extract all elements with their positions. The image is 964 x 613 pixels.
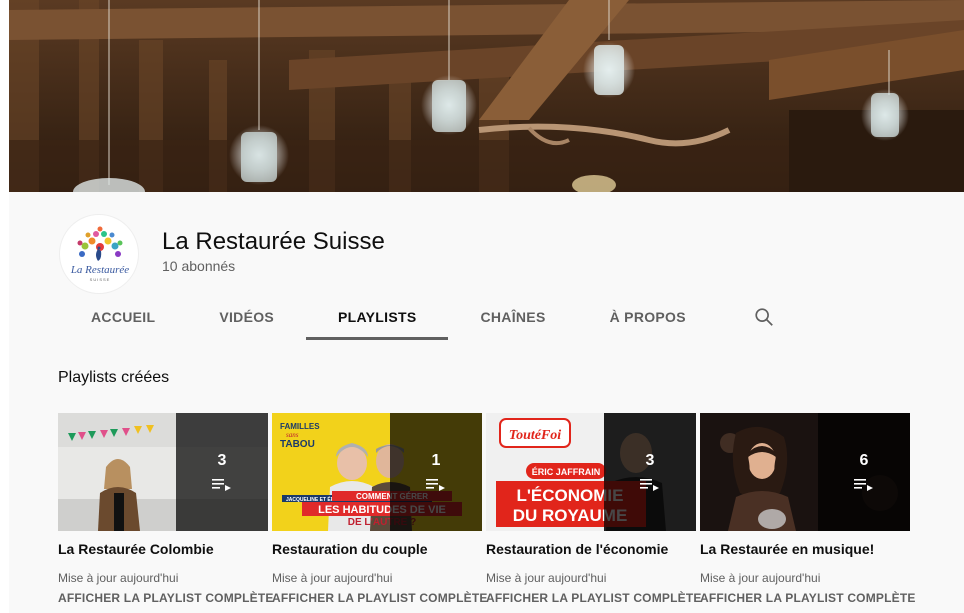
channel-banner [9,0,964,192]
playlist-title[interactable]: La Restaurée en musique! [700,541,910,557]
playlist-overlay: 6 [818,413,910,531]
playlist-thumbnail[interactable]: FAMILLES sans TABOU JACQUELINE ET ÉRIC J… [272,413,482,531]
channel-name: La Restaurée Suisse [162,228,385,255]
channel-page: La Restaurée SUISSE La Restaurée Suisse … [0,0,964,613]
video-count: 1 [431,452,441,469]
subscriber-count: 10 abonnés [162,258,236,274]
playlist-thumbnail[interactable]: 3 [58,413,268,531]
playlist-thumbnail[interactable]: 6 [700,413,910,531]
section-title: Playlists créées [58,369,170,386]
peacock-logo-icon: La Restaurée SUISSE [70,226,129,282]
thumb-brand-line2: sans [286,431,299,439]
playlist-icon [426,479,445,491]
view-full-playlist-link[interactable]: AFFICHER LA PLAYLIST COMPLÈTE [58,591,273,605]
search-icon [755,307,773,326]
playlist-icon [854,479,873,491]
view-full-playlist-link[interactable]: AFFICHER LA PLAYLIST COMPLÈTE [700,591,915,605]
playlist-updated: Mise à jour aujourd'hui [700,571,821,585]
tab-chaines[interactable]: CHAÎNES [448,293,577,340]
thumb-brand: ToutéFoi [509,428,561,443]
playlist-updated: Mise à jour aujourd'hui [272,571,393,585]
playlist-title[interactable]: Restauration de l'économie [486,541,696,557]
view-full-playlist-link[interactable]: AFFICHER LA PLAYLIST COMPLÈTE [486,591,701,605]
playlist-title[interactable]: La Restaurée Colombie [58,541,268,557]
video-count: 6 [859,452,869,469]
banner-image [9,0,964,192]
playlist-updated: Mise à jour aujourd'hui [58,571,179,585]
avatar-text: La Restaurée [70,264,129,276]
tab-accueil[interactable]: ACCUEIL [59,293,187,340]
playlist-icon [640,479,659,491]
tab-playlists[interactable]: PLAYLISTS [306,293,449,340]
channel-avatar[interactable]: La Restaurée SUISSE [59,214,139,294]
playlist-overlay: 1 [390,413,482,531]
playlist-overlay: 3 [176,413,268,531]
thumb-name: ÉRIC JAFFRAIN [532,467,601,477]
playlist-title[interactable]: Restauration du couple [272,541,482,557]
page-left-margin [0,192,9,613]
playlist-updated: Mise à jour aujourd'hui [486,571,607,585]
thumb-brand-line1: FAMILLES [280,422,320,431]
playlist-card: ToutéFoi ÉRIC JAFFRAIN L'ÉCONOMIE DU ROY… [486,413,701,605]
channel-tabs: ACCUEIL VIDÉOS PLAYLISTS CHAÎNES À PROPO… [59,293,792,340]
video-count: 3 [217,452,227,469]
channel-search-button[interactable] [736,293,792,340]
avatar-subtext: SUISSE [90,277,111,282]
tab-videos[interactable]: VIDÉOS [187,293,306,340]
playlist-card: 6 La Restaurée en musique! Mise à jour a… [700,413,915,605]
tab-a-propos[interactable]: À PROPOS [578,293,718,340]
view-full-playlist-link[interactable]: AFFICHER LA PLAYLIST COMPLÈTE [272,591,487,605]
playlist-card: 3 La Restaurée Colombie Mise à jour aujo… [58,413,273,605]
playlist-icon [212,479,231,491]
video-count: 3 [645,452,655,469]
playlists-section: Playlists créées 3 La Restaurée Colombie… [9,340,964,613]
thumb-brand-line3: TABOU [280,439,315,450]
playlist-card: FAMILLES sans TABOU JACQUELINE ET ÉRIC J… [272,413,487,605]
playlist-thumbnail[interactable]: ToutéFoi ÉRIC JAFFRAIN L'ÉCONOMIE DU ROY… [486,413,696,531]
playlist-overlay: 3 [604,413,696,531]
channel-header: La Restaurée SUISSE La Restaurée Suisse … [9,192,964,340]
